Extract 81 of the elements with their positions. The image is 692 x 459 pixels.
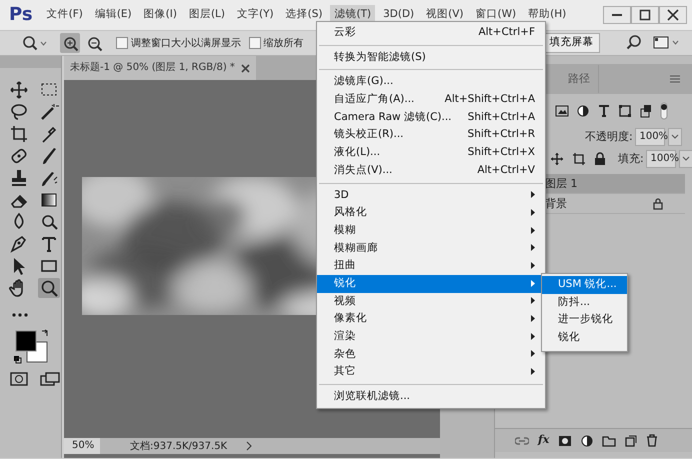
menu-item[interactable]: 浏览联机滤镜... — [317, 388, 545, 406]
screen-mode-icon[interactable] — [40, 372, 60, 386]
trash-icon[interactable] — [646, 434, 658, 447]
opacity-dropdown[interactable] — [668, 128, 682, 146]
checkbox-label: 调整窗口大小以满屏显示 — [130, 36, 241, 50]
menu-item[interactable]: 转换为智能滤镜(S) — [317, 48, 545, 66]
menu-item[interactable]: 文件(F) — [42, 5, 87, 25]
close-icon[interactable] — [240, 64, 250, 72]
document-title: 未标题-1 @ 50% (图层 1, RGB/8) * — [70, 60, 235, 75]
opacity-field[interactable]: 100% — [635, 128, 666, 146]
menu-item[interactable]: 视频 — [317, 292, 545, 310]
caret-icon — [671, 134, 680, 140]
menu-item[interactable]: 扭曲 — [317, 257, 545, 275]
menu-item[interactable]: 编辑(E) — [90, 5, 136, 25]
fill-label: 填充: — [618, 150, 644, 167]
document-tab[interactable]: 未标题-1 @ 50% (图层 1, RGB/8) * — [64, 56, 256, 80]
menu-item[interactable]: Camera Raw 滤镜(C)... Shift+Ctrl+A — [317, 108, 545, 126]
smart-object-filter-icon[interactable] — [639, 104, 653, 118]
fx-button[interactable]: fx — [538, 432, 550, 449]
zoom-in-button[interactable] — [60, 33, 80, 53]
crop-tool-icon[interactable] — [8, 124, 30, 144]
menu-item[interactable]: 模糊画廊 — [317, 240, 545, 258]
menu-item[interactable]: 滤镜库(G)... — [317, 73, 545, 92]
lock-icon[interactable] — [594, 152, 606, 166]
checkbox-label: 缩放所有 — [264, 36, 304, 50]
filter-toggle-icon[interactable] — [660, 102, 668, 120]
close-button[interactable] — [658, 6, 686, 24]
zoom-tool-icon[interactable] — [38, 278, 60, 298]
menu-item[interactable]: 图像(I) — [140, 5, 181, 25]
menu-item[interactable]: 文字(Y) — [233, 5, 278, 25]
lock-artboard-icon[interactable] — [572, 152, 586, 166]
move-tool-icon[interactable] — [8, 80, 30, 100]
menu-item[interactable]: 视图(V) — [422, 5, 468, 25]
folder-icon[interactable] — [602, 434, 616, 446]
menu-item[interactable]: 帮助(H) — [524, 5, 570, 25]
mask-icon[interactable] — [558, 434, 572, 446]
menu-item[interactable]: 模糊 — [317, 222, 545, 240]
link-icon[interactable] — [515, 436, 529, 446]
document-info: 文档:937.5K/937.5K — [130, 440, 228, 454]
menu-item[interactable]: 选择(S) — [282, 5, 326, 25]
menu-item[interactable]: 像素化 — [317, 310, 545, 328]
adjustment-layer-icon[interactable] — [581, 434, 594, 446]
lasso-tool-icon[interactable] — [8, 102, 30, 122]
menu-item[interactable]: 杂色 — [317, 346, 545, 364]
quick-mask-icon[interactable] — [10, 372, 28, 386]
adjustment-filter-icon[interactable] — [576, 104, 590, 118]
menu-item[interactable]: 3D(D) — [379, 5, 418, 25]
menu-icon[interactable] — [669, 75, 681, 83]
menu-item[interactable]: 窗口(W) — [472, 5, 520, 25]
maximize-button[interactable] — [630, 6, 658, 24]
menu-item[interactable]: 其它 — [317, 363, 545, 382]
shape-filter-icon[interactable] — [618, 104, 632, 118]
opacity-label: 不透明度: — [585, 128, 633, 145]
menu-item[interactable]: 进一步锐化 — [542, 311, 627, 330]
menu-item[interactable]: 液化(L)... Shift+Ctrl+X — [317, 144, 545, 162]
fill-dropdown[interactable] — [679, 150, 692, 168]
caret-icon — [682, 156, 690, 162]
image-filter-icon[interactable] — [555, 104, 569, 118]
menu-item[interactable]: USM 锐化... — [542, 276, 627, 294]
menu-item[interactable]: 锐化 — [542, 329, 627, 347]
menu-item[interactable]: 防抖... — [542, 294, 627, 312]
type-filter-icon[interactable] — [597, 104, 611, 118]
fill-screen-button[interactable]: 填充屏幕 — [544, 33, 600, 53]
zoom-level[interactable]: 50% — [64, 438, 100, 454]
close-icon — [666, 9, 678, 21]
fill-field[interactable]: 100% — [646, 150, 676, 168]
layer-name: 背景 — [545, 196, 567, 212]
lock-position-icon[interactable] — [550, 152, 564, 166]
minimize-button[interactable] — [602, 6, 630, 24]
layer-name: 图层 1 — [545, 176, 578, 192]
menu-item[interactable]: 渲染 — [317, 328, 545, 346]
menu-item[interactable]: 云彩 Alt+Ctrl+F — [317, 24, 545, 42]
menu-item[interactable]: 镜头校正(R)... Shift+Ctrl+R — [317, 126, 545, 144]
new-layer-icon[interactable] — [625, 434, 638, 446]
checkbox[interactable] — [116, 37, 128, 49]
menu-item[interactable]: 自适应广角(A)... Alt+Shift+Ctrl+A — [317, 91, 545, 109]
app-logo: Ps — [8, 3, 34, 27]
checkbox[interactable] — [248, 37, 261, 49]
maximize-icon — [638, 9, 650, 21]
toolbar-header — [0, 56, 61, 68]
menu-item[interactable]: 图层(L) — [184, 5, 229, 25]
